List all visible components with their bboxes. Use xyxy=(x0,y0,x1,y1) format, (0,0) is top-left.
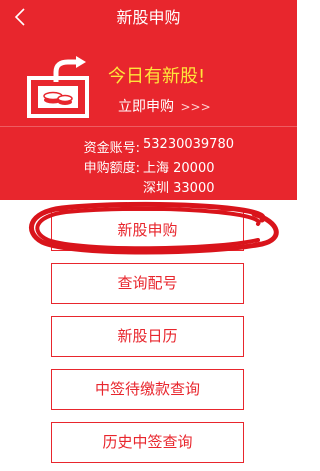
top-nav-bar: 新股申购 xyxy=(0,0,297,36)
quota-label: 申购额度: xyxy=(83,161,140,176)
new-stock-banner: 今日有新股! 立即申购 >>> 资金账号: 53230039780 申购额度: … xyxy=(0,36,297,200)
new-stock-subscribe-button[interactable]: 新股申购 xyxy=(51,210,244,251)
triple-chevron-right-icon: >>> xyxy=(180,100,211,114)
banner-divider xyxy=(0,126,297,127)
subscribe-now-label: 立即申购 xyxy=(118,99,174,115)
new-stock-headline: 今日有新股! xyxy=(108,66,206,87)
action-list: 新股申购 查询配号 新股日历 中签待缴款查询 历史中签查询 xyxy=(0,200,297,471)
quota-shenzhen: 深圳 33000 xyxy=(143,181,215,196)
ipo-calendar-button[interactable]: 新股日历 xyxy=(51,316,244,357)
query-allotment-button[interactable]: 查询配号 xyxy=(51,263,244,304)
page-title: 新股申购 xyxy=(116,8,181,27)
ipo-subscribe-page: 新股申购 今日有新股! 立即申购 >>> 资金账号: 53230039780 申… xyxy=(0,0,297,471)
subscribe-now-link[interactable]: 立即申购 >>> xyxy=(118,96,211,116)
quota-shanghai: 上海 20000 xyxy=(143,161,215,176)
account-label: 资金账号: xyxy=(83,141,140,156)
winning-history-query-button[interactable]: 历史中签查询 xyxy=(51,422,244,463)
pending-payment-query-button[interactable]: 中签待缴款查询 xyxy=(51,369,244,410)
ipo-basket-icon xyxy=(27,56,89,118)
account-value: 53230039780 xyxy=(143,137,234,152)
